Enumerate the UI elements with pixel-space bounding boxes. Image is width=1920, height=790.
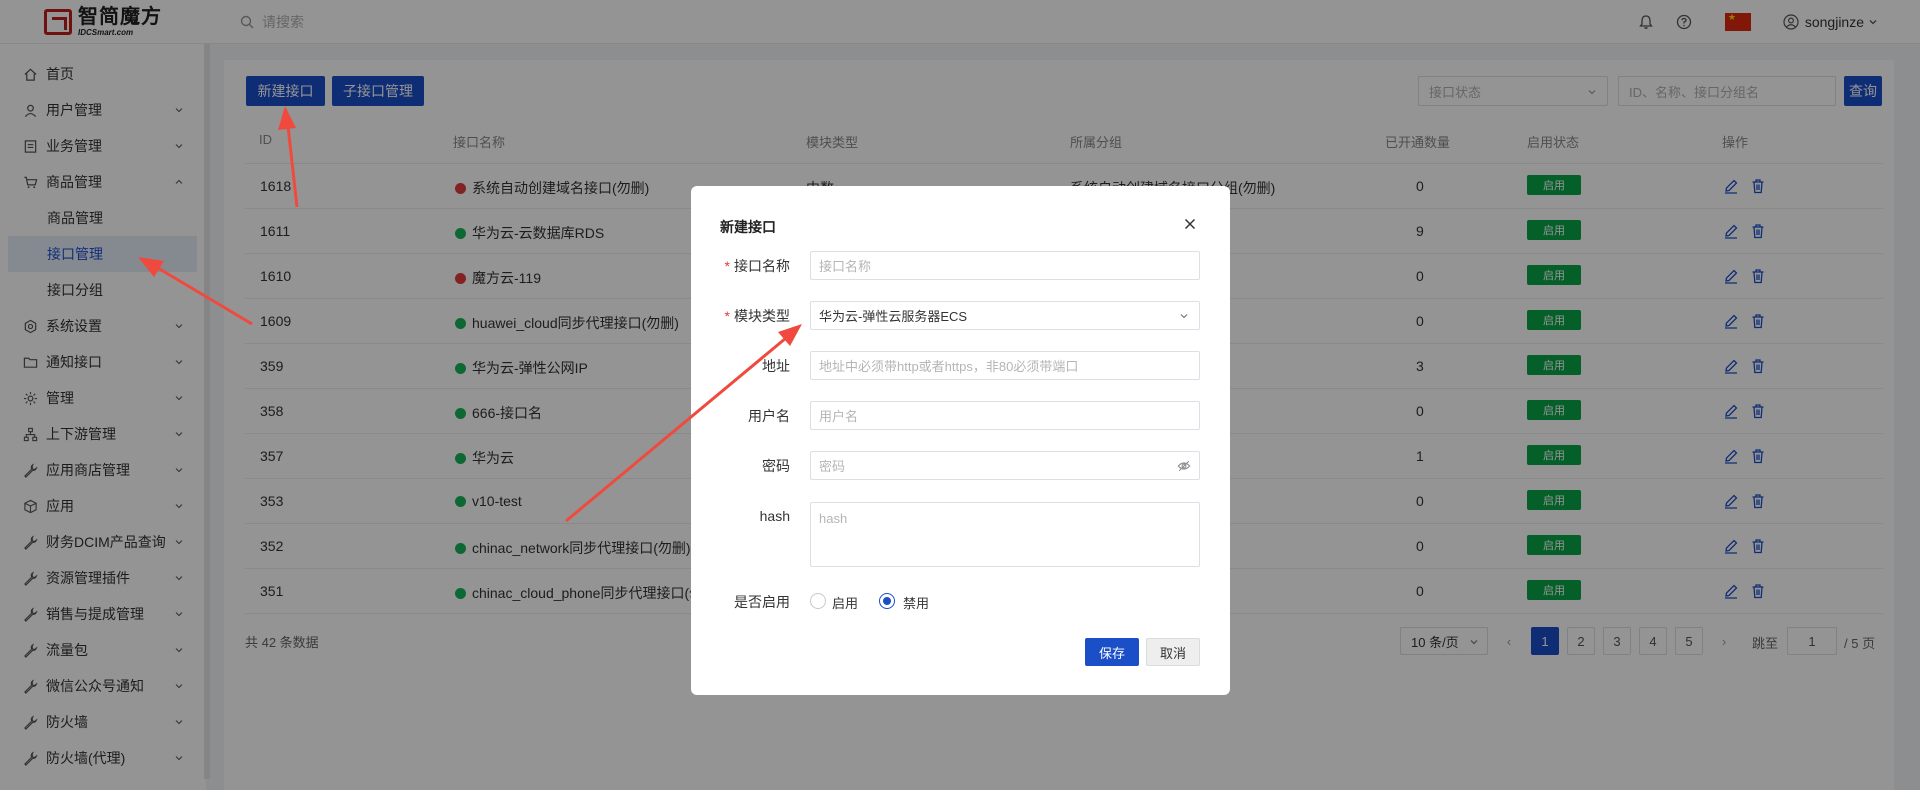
username-input[interactable]: 用户名 [810,401,1200,430]
address-input[interactable]: 地址中必须带http或者https，非80必须带端口 [810,351,1200,380]
module-type-select[interactable]: 华为云-弹性云服务器ECS [810,301,1200,330]
address-label: 地址 [762,358,790,374]
hash-label: hash [759,508,790,524]
password-input[interactable]: 密码 [810,451,1200,480]
dialog-title: 新建接口 [720,219,776,235]
module-type-label: * 模块类型 [724,308,790,324]
hash-textarea[interactable]: hash [810,502,1200,567]
password-placeholder: 密码 [819,459,846,474]
enable-radio[interactable] [810,593,826,609]
interface-name-input[interactable]: 接口名称 [810,251,1200,280]
disable-radio-label[interactable]: 禁用 [903,593,929,612]
cancel-button[interactable]: 取消 [1146,638,1200,666]
save-button[interactable]: 保存 [1085,638,1139,666]
close-icon[interactable] [1182,216,1198,232]
enable-label: 是否启用 [734,594,790,610]
module-type-value: 华为云-弹性云服务器ECS [819,309,968,324]
new-interface-dialog: 新建接口 * 接口名称 接口名称 * 模块类型 华为云-弹性云服务器ECS 地址 地… [691,186,1230,695]
disable-radio[interactable] [879,593,895,609]
chevron-down-icon [1180,314,1188,319]
enable-radio-label[interactable]: 启用 [832,593,858,612]
password-label: 密码 [762,458,790,474]
eye-hidden-icon[interactable] [1177,459,1191,473]
username-label: 用户名 [748,408,790,424]
interface-name-label: * 接口名称 [724,258,790,274]
